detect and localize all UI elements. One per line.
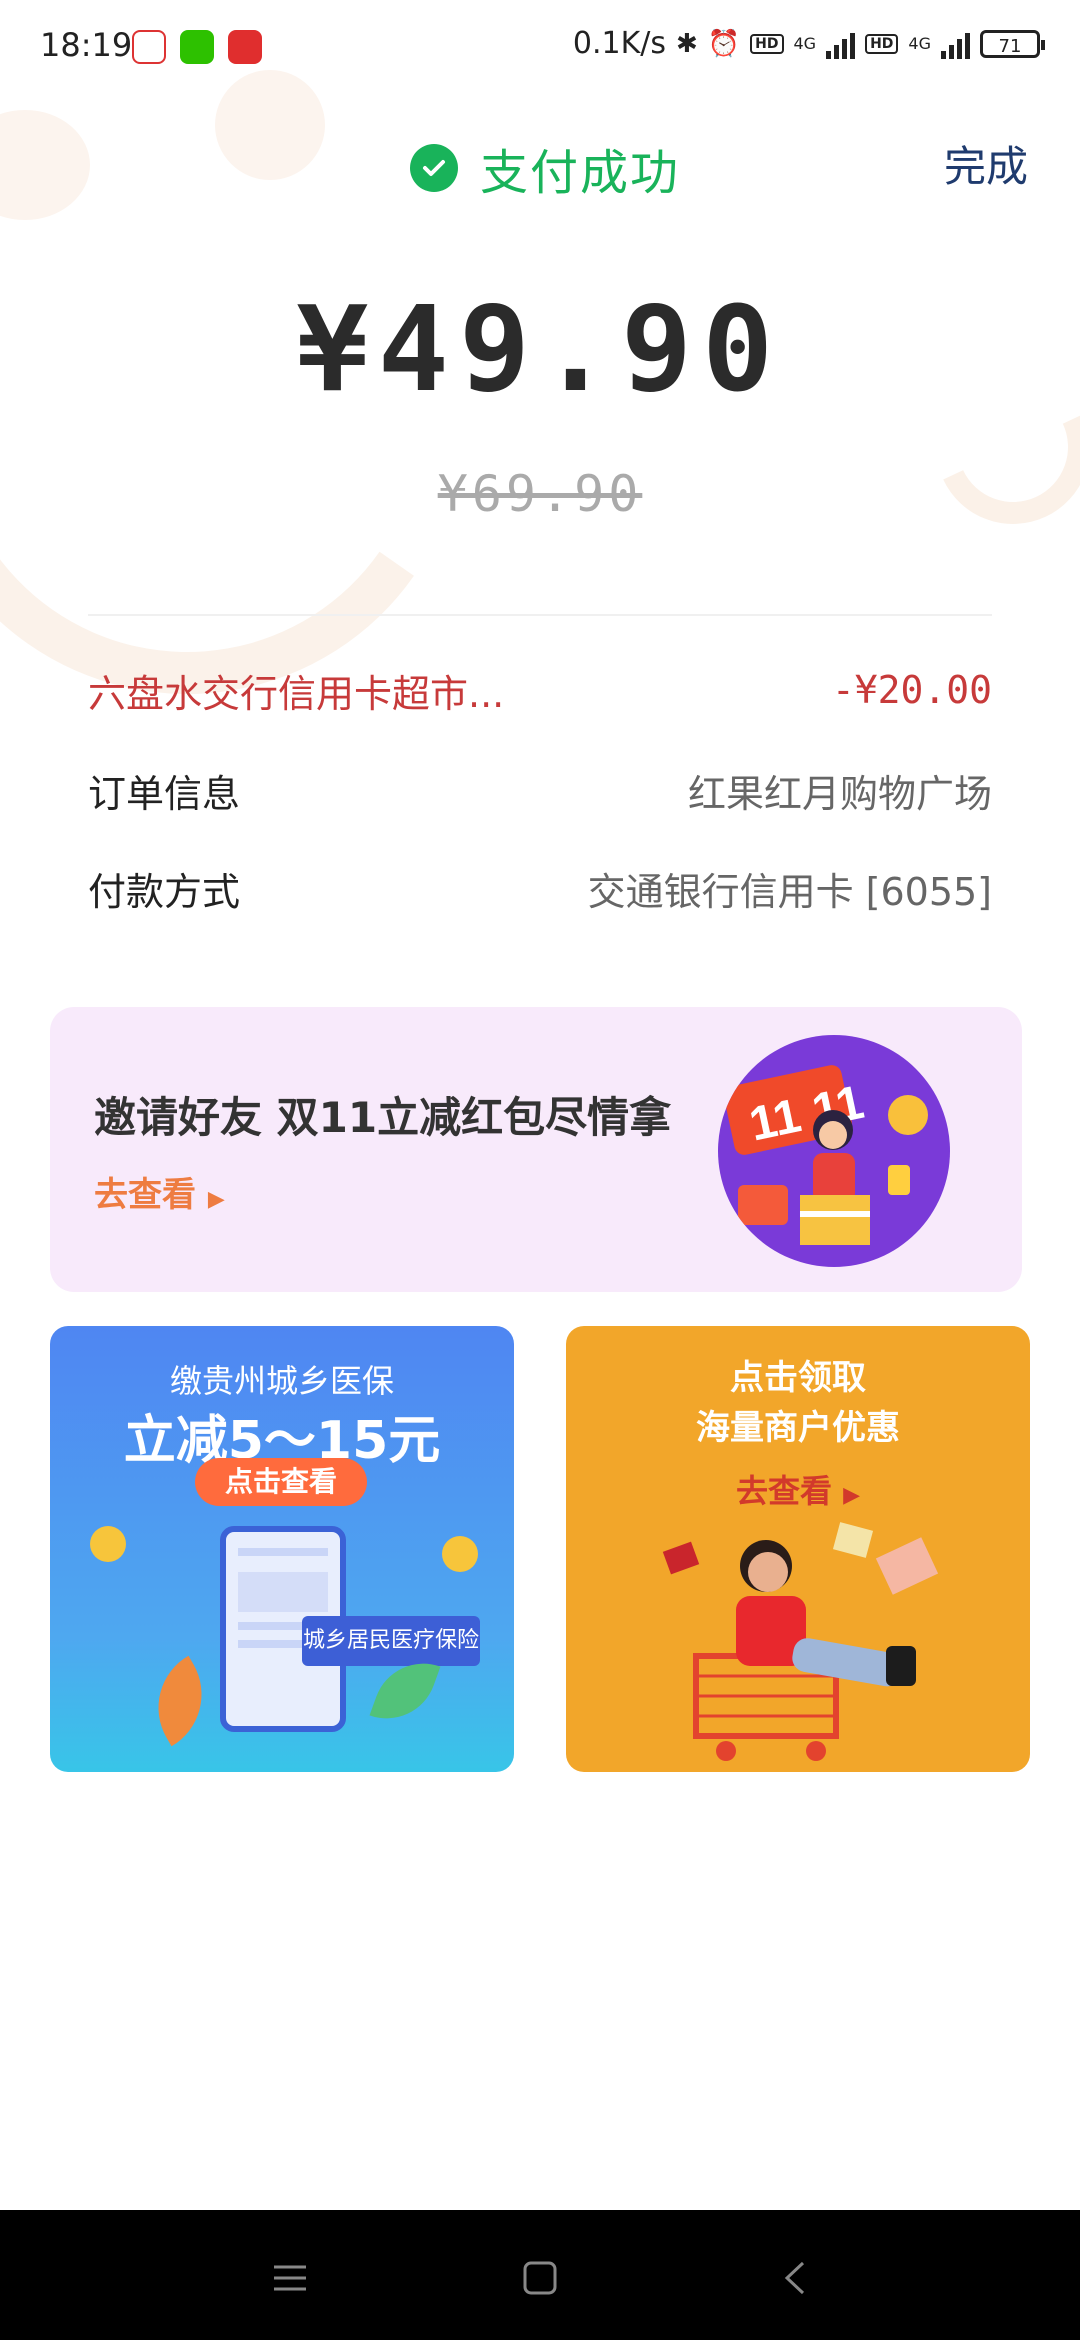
order-info-row: 订单信息 红果红月购物广场: [88, 760, 992, 820]
wechat-icon: [180, 30, 214, 64]
network-speed: 0.1K/s: [572, 26, 666, 61]
offers-view-link[interactable]: 去查看 ▶: [566, 1466, 1030, 1512]
offers-line1: 点击领取: [730, 1358, 866, 1398]
done-button[interactable]: 完成: [944, 133, 1028, 194]
invite-link-label: 去查看: [94, 1175, 196, 1215]
menu-icon[interactable]: [260, 2248, 320, 2308]
signal-icon: [826, 29, 856, 59]
signal-icon: [941, 29, 970, 59]
leaf-decoration: [136, 1655, 224, 1747]
hd-badge: HD: [865, 33, 899, 54]
system-navigation-bar: [0, 2210, 1080, 2340]
payment-method-value: 交通银行信用卡 [6055]: [587, 869, 992, 914]
bluetooth-icon: ✱: [675, 28, 698, 59]
play-arrow-icon: ▶: [843, 1483, 861, 1508]
network-type: 4G: [793, 34, 817, 53]
payment-method-label: 付款方式: [88, 869, 241, 914]
play-arrow-icon: ▶: [207, 1187, 225, 1212]
insurance-subtitle: 缴贵州城乡医保: [169, 1362, 394, 1400]
check-circle-icon: [410, 144, 458, 192]
paid-amount: ¥49.90: [296, 280, 784, 418]
payment-status-text: 支付成功: [480, 145, 681, 201]
payment-status: 支付成功: [410, 133, 680, 203]
app-notification-icon: [132, 30, 166, 64]
discount-label: 六盘水交行信用卡超市...: [88, 671, 505, 716]
insurance-view-button[interactable]: 点击查看: [195, 1458, 367, 1506]
double-eleven-illustration: 11 11: [718, 1035, 950, 1267]
discount-value: -¥20.00: [831, 668, 992, 712]
payment-method-row: 付款方式 交通银行信用卡 [6055]: [88, 858, 992, 918]
merchant-offers-card[interactable]: 点击领取 海量商户优惠 去查看 ▶: [566, 1326, 1030, 1772]
status-indicators: 0.1K/s ✱ ⏰ HD 4G HD 4G 71: [572, 26, 1045, 61]
offers-line2: 海量商户优惠: [696, 1408, 900, 1448]
discount-row[interactable]: 六盘水交行信用卡超市... -¥20.00: [88, 660, 992, 720]
order-info-label: 订单信息: [88, 771, 241, 816]
back-icon[interactable]: [765, 2248, 825, 2308]
status-bar: 18:19 0.1K/s ✱ ⏰ HD 4G HD 4G 71: [0, 0, 1080, 95]
network-type: 4G: [908, 34, 931, 53]
invite-banner[interactable]: 邀请好友 双11立减红包尽情拿 去查看 ▶ 11 11: [50, 1007, 1022, 1292]
order-info-value: 红果红月购物广场: [687, 771, 992, 816]
shopping-cart-illustration: [662, 1522, 939, 1761]
coin-icon: [90, 1526, 126, 1562]
offers-link-label: 去查看: [735, 1472, 832, 1510]
battery-icon: 71: [980, 29, 1045, 58]
invite-view-link[interactable]: 去查看 ▶: [94, 1167, 225, 1216]
status-time: 18:19: [40, 26, 133, 64]
header: 支付成功 完成: [0, 125, 1080, 205]
home-icon[interactable]: [510, 2248, 570, 2308]
invite-title: 邀请好友 双11立减红包尽情拿: [94, 1093, 672, 1142]
original-amount: ¥69.90: [437, 465, 643, 523]
coin-icon: [442, 1536, 478, 1572]
insurance-tag: 城乡居民医疗保险: [302, 1616, 480, 1666]
app-notification-icon: [228, 30, 262, 64]
alarm-icon: ⏰: [707, 28, 741, 59]
hd-badge: HD: [750, 33, 784, 54]
divider: [88, 614, 992, 616]
medical-insurance-card[interactable]: 缴贵州城乡医保 立减5～15元 点击查看 城乡居民医疗保险: [50, 1326, 514, 1772]
